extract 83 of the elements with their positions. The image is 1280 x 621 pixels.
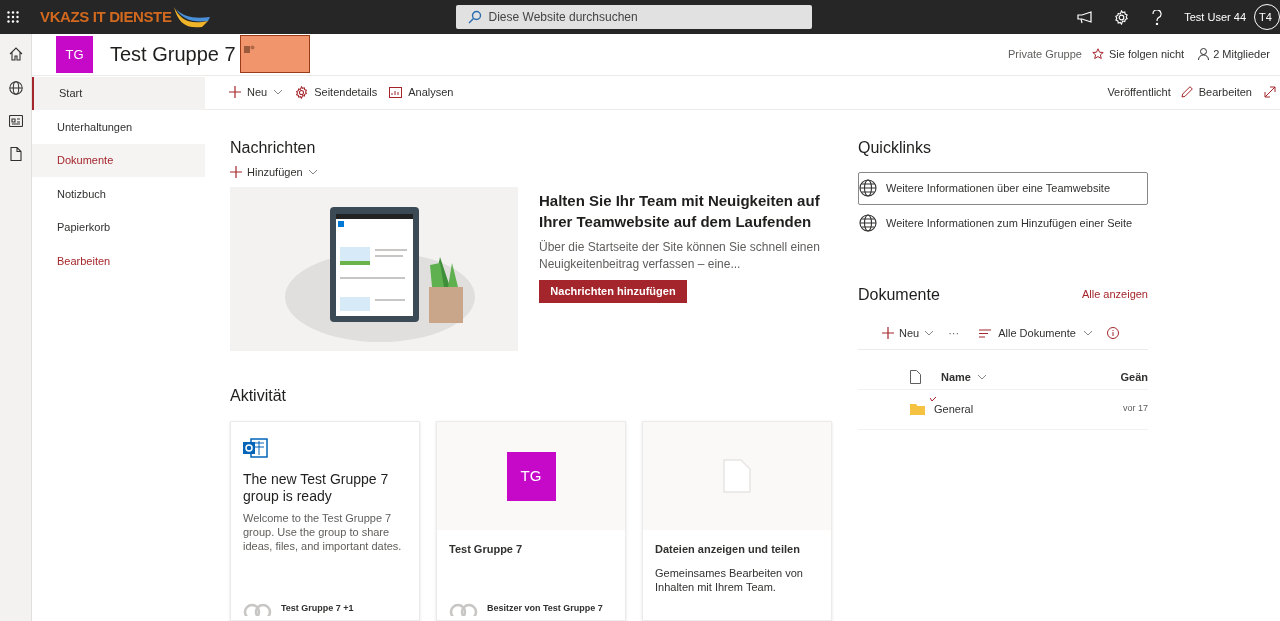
column-header[interactable]: Geän — [1120, 368, 1148, 386]
chevron-down-icon — [307, 168, 318, 175]
pencil-icon — [1180, 86, 1193, 98]
search-field[interactable]: Diese Website durchsuchen — [455, 5, 812, 29]
card-title: Test Gruppe 7 — [449, 542, 524, 557]
home-icon[interactable] — [8, 47, 23, 61]
nav-item[interactable]: Papierkorb — [32, 210, 205, 244]
globe-icon — [859, 179, 877, 197]
globe-icon — [859, 214, 877, 232]
see-all-link[interactable]: Alle anzeigen — [1081, 286, 1148, 303]
members-button[interactable]: 2 Mitglieder — [1198, 46, 1270, 63]
card-description: Welcome to the Test Gruppe 7 group. Use the group to share ideas, files, and important dates. — [243, 511, 403, 553]
activity-card[interactable]: The new Test Gruppe 7 group is ready Welcome to the Test Gruppe 7 group. Use the group to share ideas, files, and important dates. Test Gruppe 7 +1 — [230, 421, 420, 621]
group-logo: TG — [506, 451, 556, 501]
teams-icon — [243, 45, 255, 55]
edit-button[interactable]: Bearbeiten — [1180, 83, 1252, 101]
file-type-icon — [910, 370, 921, 384]
section-heading: Dokumente — [858, 284, 940, 305]
app-launcher-icon[interactable] — [7, 11, 19, 23]
chevron-down-icon — [976, 374, 987, 380]
modified-date: vor 17 — [1123, 402, 1148, 416]
chevron-down-icon — [924, 330, 935, 336]
search-placeholder: Diese Website durchsuchen — [488, 9, 638, 26]
globe-icon[interactable] — [8, 81, 23, 95]
activity-card[interactable]: TG Test Gruppe 7 Besitzer von Test Gruppe 7 — [436, 421, 626, 621]
nav-item[interactable]: Notizbuch — [32, 177, 205, 211]
avatar-icon — [243, 602, 273, 616]
star-icon — [1091, 48, 1104, 61]
plus-icon — [882, 327, 894, 339]
section-heading: Aktivität — [230, 386, 287, 406]
new-button[interactable]: Neu — [882, 324, 935, 342]
card-description: Gemeinsames Bearbeiten von Inhalten mit Ihrem Team. — [655, 565, 804, 594]
outlook-icon — [243, 438, 268, 460]
plus-icon — [230, 165, 242, 178]
more-button[interactable]: ··· — [948, 324, 960, 342]
folder-icon — [910, 403, 925, 415]
help-icon[interactable] — [1152, 9, 1163, 25]
news-icon[interactable] — [8, 115, 23, 127]
nav-item[interactable]: Dokumente — [32, 143, 205, 177]
quick-link[interactable]: Weitere Informationen über eine Teamwebsite — [858, 171, 1148, 205]
publish-status: Veröffentlicht — [1107, 84, 1171, 100]
user-name[interactable]: Test User 44 — [1184, 8, 1246, 26]
news-description: Über die Startseite der Site können Sie schnell einen Neuigkeitenbeitrag verfassen – eine... — [539, 239, 821, 273]
new-button[interactable]: Neu — [229, 83, 284, 101]
document-icon — [723, 459, 751, 493]
nav-item[interactable]: Bearbeiten — [32, 244, 205, 278]
news-heading: Halten Sie Ihr Team mit Neuigkeiten auf Ihrer Teamwebsite auf dem Laufenden — [539, 191, 821, 232]
brand-name[interactable]: VKAZS IT DIENSTE — [40, 5, 172, 29]
person-icon — [1198, 48, 1210, 61]
quick-link[interactable]: Weitere Informationen zum Hinzufügen einer Seite — [858, 206, 1148, 240]
chart-icon — [389, 86, 403, 98]
megaphone-icon[interactable] — [1077, 10, 1094, 24]
card-footer-text: Besitzer von Test Gruppe 7 — [487, 602, 603, 616]
nav-item[interactable]: Unterhaltungen — [32, 110, 205, 144]
add-news-button[interactable]: Hinzufügen — [230, 163, 833, 180]
settings-icon[interactable] — [1114, 9, 1130, 25]
add-news-button[interactable]: Nachrichten hinzufügen — [539, 280, 687, 303]
card-title: The new Test Gruppe 7 group is ready — [243, 471, 390, 505]
card-footer-text: Test Gruppe 7 +1 — [281, 602, 354, 616]
plus-icon — [229, 86, 241, 98]
list-icon — [979, 328, 992, 338]
privacy-label: Private Gruppe — [1007, 47, 1082, 62]
info-icon[interactable] — [1106, 327, 1119, 339]
view-selector[interactable]: Alle Dokumente — [979, 324, 1093, 342]
site-logo[interactable]: TG — [56, 35, 93, 73]
section-heading: Quicklinks — [858, 137, 932, 158]
column-header[interactable]: Name — [941, 368, 987, 386]
activity-card[interactable]: Dateien anzeigen und teilen Gemeinsames Bearbeiten von Inhalten mit Ihrem Team. — [642, 421, 832, 621]
analytics-button[interactable]: Analysen — [389, 83, 454, 101]
document-icon[interactable] — [9, 147, 22, 161]
expand-icon[interactable] — [1264, 86, 1276, 98]
nav-item[interactable]: Start — [32, 76, 205, 110]
page-details-button[interactable]: Seitendetails — [295, 83, 378, 101]
follow-button[interactable]: Sie folgen nicht — [1091, 46, 1185, 63]
file-name[interactable]: General — [934, 402, 974, 415]
search-icon — [467, 10, 482, 24]
chevron-down-icon — [273, 89, 284, 95]
avatar-icon — [449, 602, 479, 616]
site-title[interactable]: Test Gruppe 7 — [110, 39, 236, 70]
card-title: Dateien anzeigen und teilen — [655, 542, 801, 557]
chevron-down-icon — [1082, 330, 1093, 336]
settings-icon — [295, 85, 309, 99]
section-heading: Nachrichten — [230, 137, 317, 158]
